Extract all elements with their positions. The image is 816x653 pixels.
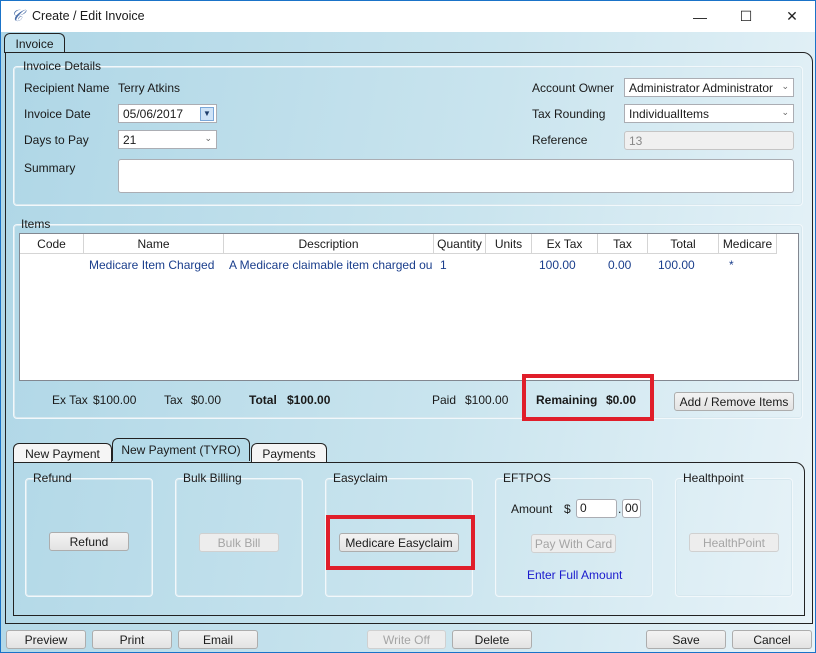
- write-off-button[interactable]: Write Off: [367, 630, 446, 649]
- healthpoint-legend: Healthpoint: [683, 471, 744, 485]
- invoice-date-value: 05/06/2017: [123, 107, 184, 121]
- recipient-name-label: Recipient Name: [24, 81, 110, 95]
- chevron-down-icon: ⌄: [781, 107, 789, 117]
- add-remove-items-button[interactable]: Add / Remove Items: [674, 392, 794, 411]
- preview-button[interactable]: Preview: [6, 630, 86, 649]
- items-grid[interactable]: Code Name Description Quantity Units Ex …: [19, 233, 799, 381]
- tax-rounding-value: IndividualItems: [629, 107, 710, 121]
- cell-quantity: 1: [440, 258, 447, 272]
- days-to-pay-label: Days to Pay: [24, 133, 89, 147]
- chevron-down-icon: ⌄: [204, 133, 212, 143]
- cell-medicare: *: [729, 258, 734, 272]
- table-row[interactable]: Medicare Item Charged A Medicare claimab…: [20, 255, 798, 275]
- email-button[interactable]: Email: [178, 630, 258, 649]
- tab-new-payment-tyro[interactable]: New Payment (TYRO): [112, 438, 250, 461]
- invoice-date-label: Invoice Date: [24, 107, 91, 121]
- summary-input[interactable]: [118, 159, 794, 193]
- days-to-pay-combo[interactable]: 21 ⌄: [118, 130, 217, 149]
- col-header-units[interactable]: Units: [486, 234, 532, 254]
- summary-label: Summary: [24, 161, 76, 175]
- cancel-button[interactable]: Cancel: [732, 630, 812, 649]
- delete-button[interactable]: Delete: [452, 630, 532, 649]
- account-owner-label: Account Owner: [532, 81, 615, 95]
- col-header-total[interactable]: Total: [648, 234, 719, 254]
- col-header-quantity[interactable]: Quantity: [434, 234, 486, 254]
- reference-input[interactable]: 13: [624, 131, 794, 150]
- account-owner-value: Administrator Administrator: [629, 81, 774, 95]
- amount-cents-input[interactable]: 00: [622, 499, 641, 518]
- healthpoint-button[interactable]: HealthPoint: [689, 533, 779, 552]
- refund-legend: Refund: [33, 471, 72, 485]
- ex-tax-value: $100.00: [93, 393, 137, 407]
- maximize-button[interactable]: ☐: [723, 1, 769, 32]
- ex-tax-label: Ex Tax: [52, 393, 88, 407]
- tax-label: Tax: [164, 393, 183, 407]
- app-quill-icon: 𝒞: [11, 6, 23, 25]
- col-header-code[interactable]: Code: [20, 234, 84, 254]
- tab-payments[interactable]: Payments: [251, 443, 327, 463]
- cell-tax: 0.00: [608, 258, 632, 272]
- minimize-button[interactable]: —: [677, 1, 723, 32]
- col-header-medicare[interactable]: Medicare: [719, 234, 777, 254]
- pay-with-card-button[interactable]: Pay With Card: [531, 534, 616, 553]
- items-grid-header: Code Name Description Quantity Units Ex …: [20, 234, 777, 254]
- calendar-dropdown-icon[interactable]: ▼: [200, 107, 214, 121]
- col-header-description[interactable]: Description: [224, 234, 434, 254]
- account-owner-combo[interactable]: Administrator Administrator ⌄: [624, 78, 794, 97]
- remaining-highlight-box: [522, 374, 654, 421]
- amount-dollars-input[interactable]: 0: [576, 499, 617, 518]
- bulk-billing-legend: Bulk Billing: [183, 471, 242, 485]
- enter-full-amount-link[interactable]: Enter Full Amount: [527, 568, 622, 582]
- recipient-name-value: Terry Atkins: [118, 81, 181, 95]
- title-bar: 𝒞 Create / Edit Invoice — ☐ ✕: [1, 1, 815, 32]
- eftpos-legend: EFTPOS: [503, 471, 552, 485]
- easyclaim-highlight-box: [326, 515, 475, 570]
- cell-ex-tax: 100.00: [539, 258, 576, 272]
- paid-label: Paid: [432, 393, 457, 407]
- paid-value: $100.00: [465, 393, 509, 407]
- tax-rounding-combo[interactable]: IndividualItems ⌄: [624, 104, 794, 123]
- close-button[interactable]: ✕: [769, 1, 815, 32]
- tab-invoice[interactable]: Invoice: [4, 33, 65, 53]
- invoice-window: 𝒞 Create / Edit Invoice — ☐ ✕ Invoice In…: [0, 0, 816, 653]
- col-header-tax[interactable]: Tax: [598, 234, 648, 254]
- invoice-details-legend: Invoice Details: [23, 59, 102, 73]
- cell-name: Medicare Item Charged: [89, 258, 215, 272]
- tax-rounding-label: Tax Rounding: [532, 107, 606, 121]
- col-header-ex-tax[interactable]: Ex Tax: [532, 234, 598, 254]
- window-title: Create / Edit Invoice: [32, 9, 145, 23]
- save-button[interactable]: Save: [646, 630, 726, 649]
- total-value: $100.00: [287, 393, 331, 407]
- cell-description: A Medicare claimable item charged out: [229, 258, 432, 272]
- tax-value: $0.00: [191, 393, 222, 407]
- days-to-pay-value: 21: [123, 133, 137, 147]
- reference-label: Reference: [532, 133, 588, 147]
- total-label: Total: [249, 393, 277, 407]
- decimal-separator: .: [618, 502, 622, 516]
- col-header-name[interactable]: Name: [84, 234, 224, 254]
- chevron-down-icon: ⌄: [781, 81, 789, 91]
- refund-button[interactable]: Refund: [49, 532, 129, 551]
- amount-label: Amount: [511, 502, 553, 516]
- invoice-date-picker[interactable]: 05/06/2017 ▼: [118, 104, 217, 123]
- items-legend: Items: [21, 217, 51, 231]
- easyclaim-legend: Easyclaim: [333, 471, 388, 485]
- tab-new-payment[interactable]: New Payment: [13, 443, 112, 463]
- print-button[interactable]: Print: [92, 630, 172, 649]
- bulk-bill-button[interactable]: Bulk Bill: [199, 533, 279, 552]
- cell-total: 100.00: [658, 258, 695, 272]
- currency-symbol: $: [564, 502, 571, 516]
